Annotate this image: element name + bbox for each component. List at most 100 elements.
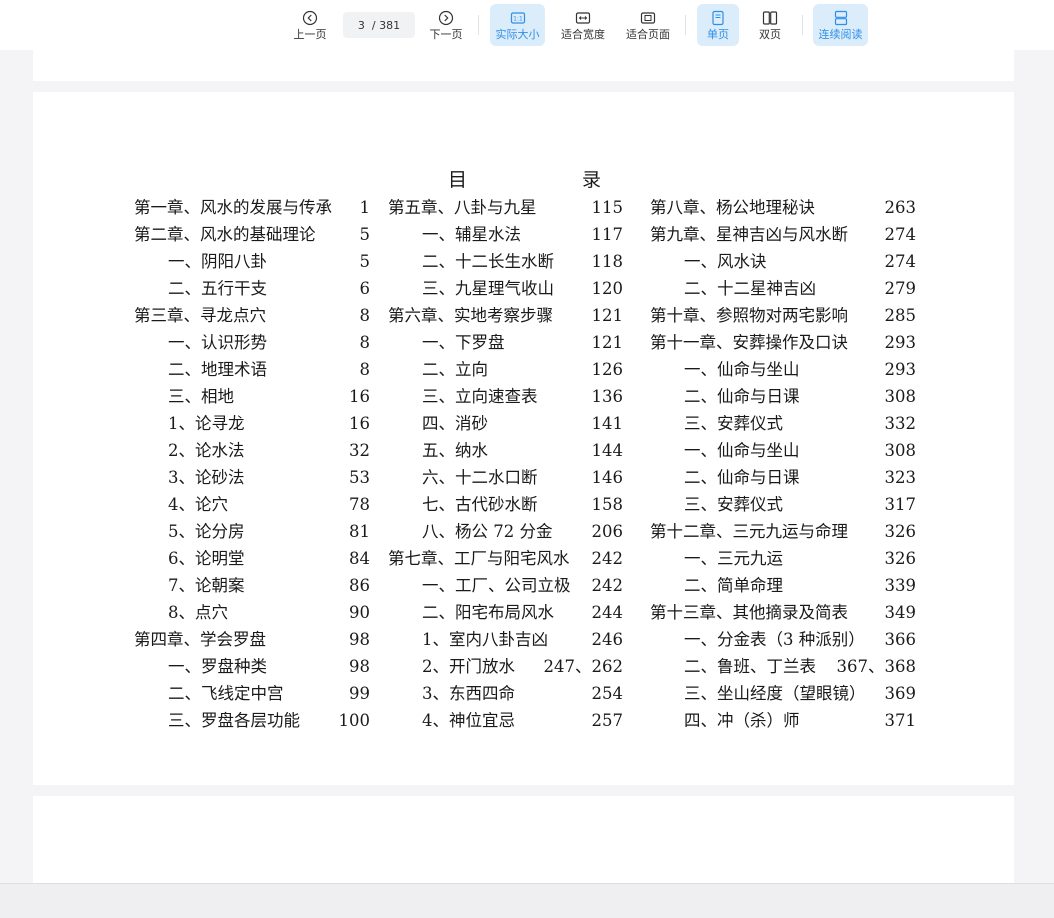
toc-entry-title: 第七章、工厂与阳宅风水 [388, 549, 570, 568]
toc-entry: 第十一章、安葬操作及口诀 293 [650, 329, 916, 356]
toc-entry-title: 三、立向速查表 [422, 387, 538, 406]
toc-entry-title: 二、阳宅布局风水 [422, 603, 554, 622]
toc-entry: 4、论穴 78 [134, 491, 370, 518]
fit-page-button[interactable]: 适合页面 [621, 4, 675, 46]
continuous-reading-button[interactable]: 连续阅读 [813, 4, 868, 46]
toc-entry-title: 四、消砂 [422, 414, 488, 433]
toc-entry-page: 16 [349, 414, 370, 433]
toc-entry-page: 244 [591, 603, 624, 622]
toc-entry: 第八章、杨公地理秘诀 263 [650, 194, 916, 221]
toc-entry: 第七章、工厂与阳宅风水 242 [388, 545, 623, 572]
toc-entry-title: 一、辅星水法 [422, 225, 521, 244]
toc-entry-page: 78 [349, 495, 370, 514]
toc-entry-title: 二、简单命理 [684, 576, 783, 595]
current-page-number[interactable]: 3 [358, 19, 365, 32]
toolbar-divider [802, 15, 803, 35]
toc-entry-page: 117 [591, 225, 624, 244]
toc-entry: 二、地理术语 8 [134, 356, 370, 383]
toc-entry-title: 3、论砂法 [168, 468, 245, 487]
prev-page-button[interactable]: 上一页 [286, 4, 334, 46]
toc-entry-title: 二、飞线定中宫 [168, 684, 284, 703]
toc-entry-page: 242 [591, 576, 624, 595]
toc-entry: 三、相地 16 [134, 383, 370, 410]
toc-entry-title: 三、九星理气收山 [422, 279, 554, 298]
toc-entry-page: 146 [591, 468, 624, 487]
total-pages: / 381 [371, 18, 401, 32]
toc-entry-page: 8 [359, 360, 371, 379]
toc-entry-page: 6 [359, 279, 371, 298]
fit-page-label: 适合页面 [626, 27, 670, 41]
toc-entry-title: 第八章、杨公地理秘诀 [650, 198, 815, 217]
actual-size-label: 实际大小 [495, 27, 540, 41]
toc-entry-title: 第一章、风水的发展与传承 [134, 198, 332, 217]
toc-entry: 二、阳宅布局风水 244 [388, 599, 623, 626]
toc-entry-title: 五、纳水 [422, 441, 488, 460]
single-page-button[interactable]: 单页 [697, 4, 739, 46]
toc-entry: 第三章、寻龙点穴 8 [134, 302, 370, 329]
viewer-toolbar: 上一页 3 / 381 下一页 1:1 实际大小 适合宽度 适合页面 单页 双页… [0, 0, 1054, 50]
toc-entry-page: 81 [349, 522, 370, 541]
fit-width-icon [575, 11, 591, 24]
toc-entry-page: 144 [591, 441, 624, 460]
toc-entry-title: 第三章、寻龙点穴 [134, 306, 266, 325]
toc-entry-title: 三、相地 [168, 387, 234, 406]
toc-entry-page: 5 [359, 225, 371, 244]
toc-entry-page: 120 [591, 279, 624, 298]
actual-size-icon: 1:1 [510, 11, 525, 24]
next-page-button[interactable]: 下一页 [422, 4, 470, 46]
toc-entry-page: 293 [884, 333, 917, 352]
toc-entry-title: 二、地理术语 [168, 360, 267, 379]
toc-entry: 第九章、星神吉凶与风水断 274 [650, 221, 916, 248]
toc-entry-title: 一、仙命与坐山 [684, 441, 800, 460]
continuous-reading-label: 连续阅读 [818, 27, 863, 41]
toc-entry-title: 二、鲁班、丁兰表 [684, 657, 816, 676]
toc-entry-title: 第四章、学会罗盘 [134, 630, 266, 649]
toc-entry: 第六章、实地考察步骤 121 [388, 302, 623, 329]
toc-entry-page: 308 [884, 441, 917, 460]
toc-entry-title: 5、论分房 [168, 522, 245, 541]
toc-entry: 四、消砂 141 [388, 410, 623, 437]
toc-entry-page: 349 [884, 603, 917, 622]
toc-entry-title: 2、论水法 [168, 441, 245, 460]
toc-entry-title: 1、室内八卦吉凶 [422, 630, 548, 649]
toc-entry-page: 263 [884, 198, 917, 217]
toolbar-divider [685, 15, 686, 35]
toc-entry-title: 第十一章、安葬操作及口诀 [650, 333, 848, 352]
toc-entry: 第四章、学会罗盘 98 [134, 626, 370, 653]
fit-width-label: 适合宽度 [561, 27, 605, 41]
double-page-button[interactable]: 双页 [749, 4, 791, 46]
svg-text:1:1: 1:1 [513, 15, 523, 22]
toc-entry: 6、论明堂 84 [134, 545, 370, 572]
fit-width-button[interactable]: 适合宽度 [556, 4, 610, 46]
toc-entry-title: 二、立向 [422, 360, 488, 379]
next-page-sheet [33, 796, 1014, 883]
toc-entry-title: 七、古代砂水断 [422, 495, 538, 514]
toc-entry-page: 308 [884, 387, 917, 406]
toc-entry-title: 六、十二水口断 [422, 468, 538, 487]
toc-entry-page: 100 [338, 711, 371, 730]
toc-entry: 三、九星理气收山 120 [388, 275, 623, 302]
toc-entry-title: 一、分金表（3 种派别） [684, 630, 865, 649]
toc-entry: 三、安葬仪式 317 [650, 491, 916, 518]
toc-entry-title: 二、仙命与日课 [684, 468, 800, 487]
toc-entry: 1、论寻龙 16 [134, 410, 370, 437]
toc-entry-title: 三、安葬仪式 [684, 414, 783, 433]
toc-entry-page: 121 [591, 306, 624, 325]
toc-entry-title: 4、神位宜忌 [422, 711, 515, 730]
toc-entry: 四、冲（杀）师 371 [650, 707, 916, 734]
toc-entry-title: 7、论朝案 [168, 576, 245, 595]
toc-entry-page: 279 [884, 279, 917, 298]
single-page-label: 单页 [707, 27, 729, 41]
toc-entry-page: 90 [349, 603, 370, 622]
toc-entry-page: 141 [591, 414, 624, 433]
toc-entry-page: 8 [359, 306, 371, 325]
toc-entry: 二、五行干支 6 [134, 275, 370, 302]
toc-entry-title: 1、论寻龙 [168, 414, 245, 433]
actual-size-button[interactable]: 1:1 实际大小 [490, 4, 545, 46]
toc-entry-title: 第五章、八卦与九星 [388, 198, 537, 217]
prev-page-label: 上一页 [293, 27, 327, 41]
previous-page-sheet [33, 50, 1014, 81]
page-number-input[interactable]: 3 / 381 [343, 12, 415, 38]
toc-entry-page: 274 [884, 225, 917, 244]
toc-entry: 一、下罗盘 121 [388, 329, 623, 356]
